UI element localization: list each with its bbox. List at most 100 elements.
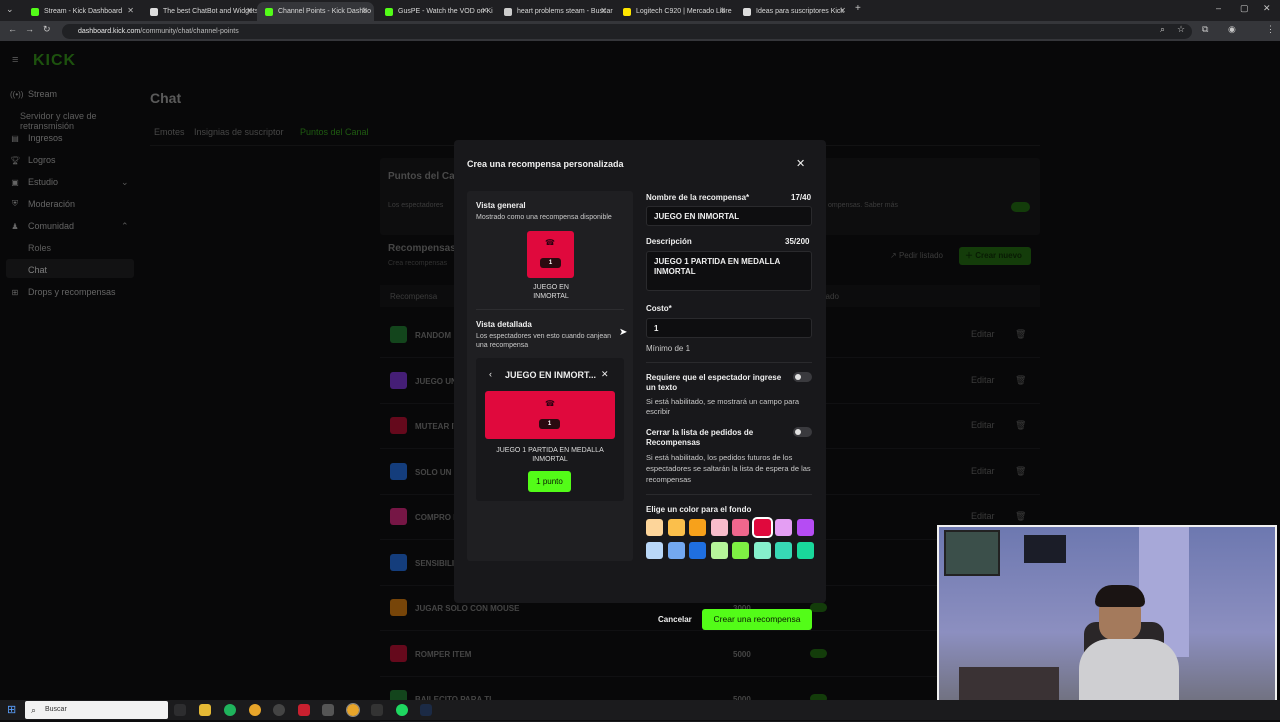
color-swatch[interactable]: [667, 542, 685, 559]
tab-title: heart problems steam - Buscar: [517, 8, 613, 15]
color-swatch[interactable]: [775, 519, 792, 536]
description-label: Descripción: [646, 237, 692, 246]
browser-tab[interactable]: Logitech C920 | Mercado Libre ✕: [615, 2, 732, 21]
color-swatch[interactable]: [796, 519, 814, 536]
close-list-hint: Si está habilitado, los pedidos futuros …: [646, 453, 811, 484]
detail-description: JUEGO 1 PARTIDA EN MEDALLA INMORTAL: [496, 447, 604, 463]
detail-close-icon[interactable]: ✕: [601, 369, 609, 380]
modal-title: Crea una recompensa personalizada: [467, 159, 624, 169]
mouse-cursor-icon: ➤: [619, 327, 628, 338]
tab-close-icon[interactable]: ✕: [127, 6, 134, 15]
reward-name-input[interactable]: JUEGO EN INMORTAL: [646, 206, 812, 226]
reward-icon: ☎: [545, 399, 555, 408]
taskbar: ⊞ ⌕ Buscar: [0, 700, 1280, 720]
browser-tab-bar: ⌄ Stream - Kick Dashboard ✕ The best ChatB…: [0, 0, 1280, 21]
reload-icon[interactable]: ↻: [43, 24, 51, 35]
wall-shelf: [1024, 535, 1066, 563]
preview-divider: [476, 309, 624, 310]
create-reward-button[interactable]: Crear una recompensa: [702, 609, 812, 630]
cost-hint: Mínimo de 1: [646, 344, 691, 353]
close-list-label: Cerrar la lista de pedidos de Recompensa…: [646, 428, 754, 447]
taskbar-search[interactable]: ⌕ Buscar: [25, 701, 168, 719]
color-swatch[interactable]: [689, 519, 706, 536]
color-swatch[interactable]: [710, 542, 728, 559]
redeem-button[interactable]: 1 punto: [528, 471, 571, 492]
browser-tab[interactable]: Ideas para suscriptores Kick ✕: [735, 2, 852, 21]
chrome-active-icon[interactable]: [346, 703, 360, 717]
color-swatch[interactable]: [753, 542, 771, 559]
bookmark-star-icon[interactable]: ☆: [1177, 24, 1185, 35]
browser-menu-icon[interactable]: ⋮: [1266, 24, 1275, 35]
webcam-overlay: [937, 525, 1277, 717]
task-view-icon[interactable]: [174, 704, 186, 716]
browser-tab[interactable]: The best ChatBot and Widgets ✕: [142, 2, 259, 21]
tab-close-icon[interactable]: ✕: [481, 6, 488, 15]
color-swatch[interactable]: [646, 519, 663, 536]
close-list-toggle[interactable]: [793, 427, 812, 437]
cancel-button[interactable]: Cancelar: [658, 615, 692, 624]
color-swatch[interactable]: [667, 519, 685, 536]
tab-favicon-icon: [385, 7, 393, 16]
color-swatch[interactable]: [732, 542, 749, 559]
tab-title: Stream - Kick Dashboard: [44, 8, 123, 15]
chevron-left-icon[interactable]: ‹: [489, 369, 492, 379]
windows-start-icon[interactable]: ⊞: [7, 703, 16, 716]
tab-close-icon[interactable]: ✕: [246, 6, 253, 15]
detail-banner-cost: 1: [539, 419, 560, 429]
tab-favicon-icon: [31, 7, 39, 16]
reward-cost-input[interactable]: 1: [646, 318, 812, 338]
browser-tab[interactable]: GusPE - Watch the VOD on Ki ✕: [377, 2, 494, 21]
spotify-icon[interactable]: [396, 704, 408, 716]
color-swatch[interactable]: [689, 542, 706, 559]
window-close-icon[interactable]: ✕: [1263, 3, 1271, 14]
overview-card: ☎ 1: [527, 231, 574, 278]
create-reward-modal: Crea una recompensa personalizada ✕ Vist…: [454, 140, 826, 630]
forward-icon[interactable]: →: [25, 24, 34, 34]
tab-favicon-icon: [743, 7, 751, 16]
cost-label: Costo*: [646, 304, 672, 313]
back-icon[interactable]: ←: [8, 24, 17, 34]
detail-title: Vista detallada: [476, 320, 532, 329]
form-divider-2: [646, 494, 812, 495]
color-swatch[interactable]: [775, 542, 792, 559]
require-text-toggle[interactable]: [793, 372, 812, 382]
whatsapp-icon[interactable]: [224, 704, 236, 716]
app-dark-icon[interactable]: [371, 704, 383, 716]
browser-tab[interactable]: Stream - Kick Dashboard ✕: [23, 2, 140, 21]
require-text-label: Requiere que el espectador ingrese un te…: [646, 373, 782, 392]
color-label: Elige un color para el fondo: [646, 505, 752, 514]
app-red-icon[interactable]: [298, 704, 310, 716]
minimize-icon[interactable]: –: [1216, 3, 1221, 13]
browser-tab[interactable]: Channel Points - Kick Dashbo ✕: [257, 2, 374, 21]
url-host: dashboard.kick.com: [78, 28, 141, 35]
maximize-icon[interactable]: ▢: [1240, 3, 1249, 14]
browser-tab[interactable]: heart problems steam - Buscar ✕: [496, 2, 613, 21]
obs-icon[interactable]: [273, 704, 285, 716]
profile-icon[interactable]: ◉: [1228, 24, 1236, 35]
tab-close-icon[interactable]: ✕: [839, 6, 846, 15]
tab-close-icon[interactable]: ✕: [361, 6, 368, 15]
tab-close-icon[interactable]: ✕: [719, 6, 726, 15]
reward-preview: Vista general Mostrado como una recompen…: [467, 191, 633, 561]
extensions-icon[interactable]: ⧉: [1202, 24, 1208, 35]
tab-close-icon[interactable]: ✕: [600, 6, 607, 15]
tab-menu-icon[interactable]: ⌄: [6, 4, 14, 15]
new-tab-icon[interactable]: +: [855, 3, 861, 14]
modal-close-icon[interactable]: ✕: [796, 157, 805, 170]
detail-banner: ☎ 1: [485, 391, 615, 439]
reward-description-input[interactable]: JUEGO 1 PARTIDA EN MEDALLA INMORTAL: [646, 251, 812, 291]
color-swatch[interactable]: [751, 517, 773, 538]
color-swatch[interactable]: [710, 519, 728, 536]
app-gray-icon[interactable]: [322, 704, 334, 716]
color-swatch[interactable]: [732, 519, 749, 536]
chrome-icon[interactable]: [249, 704, 261, 716]
color-swatch[interactable]: [646, 542, 663, 559]
url-field[interactable]: dashboard.kick.com/community/chat/channe…: [62, 24, 1192, 39]
reward-icon: ☎: [545, 238, 555, 247]
file-explorer-icon[interactable]: [199, 704, 211, 716]
wall-poster: [944, 530, 1000, 576]
address-bar: ← → ↻ dashboard.kick.com/community/chat/…: [0, 21, 1280, 41]
color-swatch[interactable]: [796, 542, 814, 559]
steam-icon[interactable]: [420, 704, 432, 716]
zoom-icon[interactable]: ⌕: [1160, 24, 1165, 35]
